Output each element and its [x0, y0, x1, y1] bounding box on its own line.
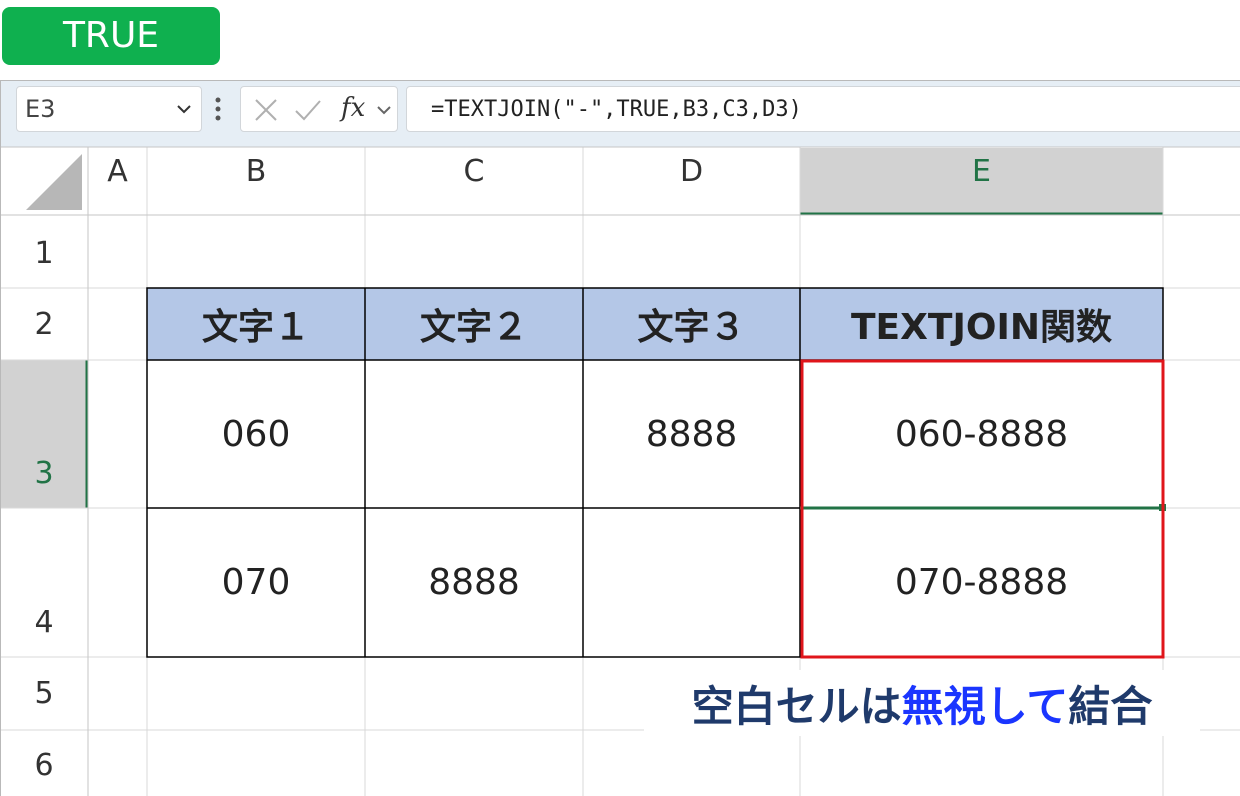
column-header-a[interactable]: A: [88, 154, 147, 189]
table-header-cell[interactable]: 文字１: [147, 288, 365, 360]
table-header-cell[interactable]: TEXTJOIN関数: [800, 288, 1163, 360]
note-part-3: 結合: [1068, 681, 1153, 731]
table-cell[interactable]: 8888: [583, 360, 800, 508]
row-header-4[interactable]: 4: [1, 605, 87, 640]
row-header-2[interactable]: 2: [1, 307, 87, 342]
row-header-3[interactable]: 3: [1, 456, 87, 491]
annotation-note: 空白セルは 無視して 結合: [644, 670, 1200, 736]
row-header-1[interactable]: 1: [1, 236, 87, 271]
column-header-b[interactable]: B: [147, 154, 365, 189]
column-header-c[interactable]: C: [365, 154, 583, 189]
table-cell[interactable]: [365, 360, 583, 508]
table-header-cell[interactable]: 文字２: [365, 288, 583, 360]
note-part-1: 空白セルは: [691, 681, 902, 731]
row-header-6[interactable]: 6: [1, 748, 87, 783]
column-header-e[interactable]: E: [800, 154, 1163, 189]
table-cell[interactable]: 070: [147, 508, 365, 657]
table-cell-result[interactable]: 060-8888: [800, 360, 1163, 508]
row-header-5[interactable]: 5: [1, 676, 87, 711]
table-cell[interactable]: [583, 508, 800, 657]
column-header-d[interactable]: D: [583, 154, 800, 189]
table-cell[interactable]: 060: [147, 360, 365, 508]
table-cell-result[interactable]: 070-8888: [800, 508, 1163, 657]
note-part-2: 無視して: [901, 681, 1069, 731]
table-header-cell[interactable]: 文字３: [583, 288, 800, 360]
table-cell[interactable]: 8888: [365, 508, 583, 657]
